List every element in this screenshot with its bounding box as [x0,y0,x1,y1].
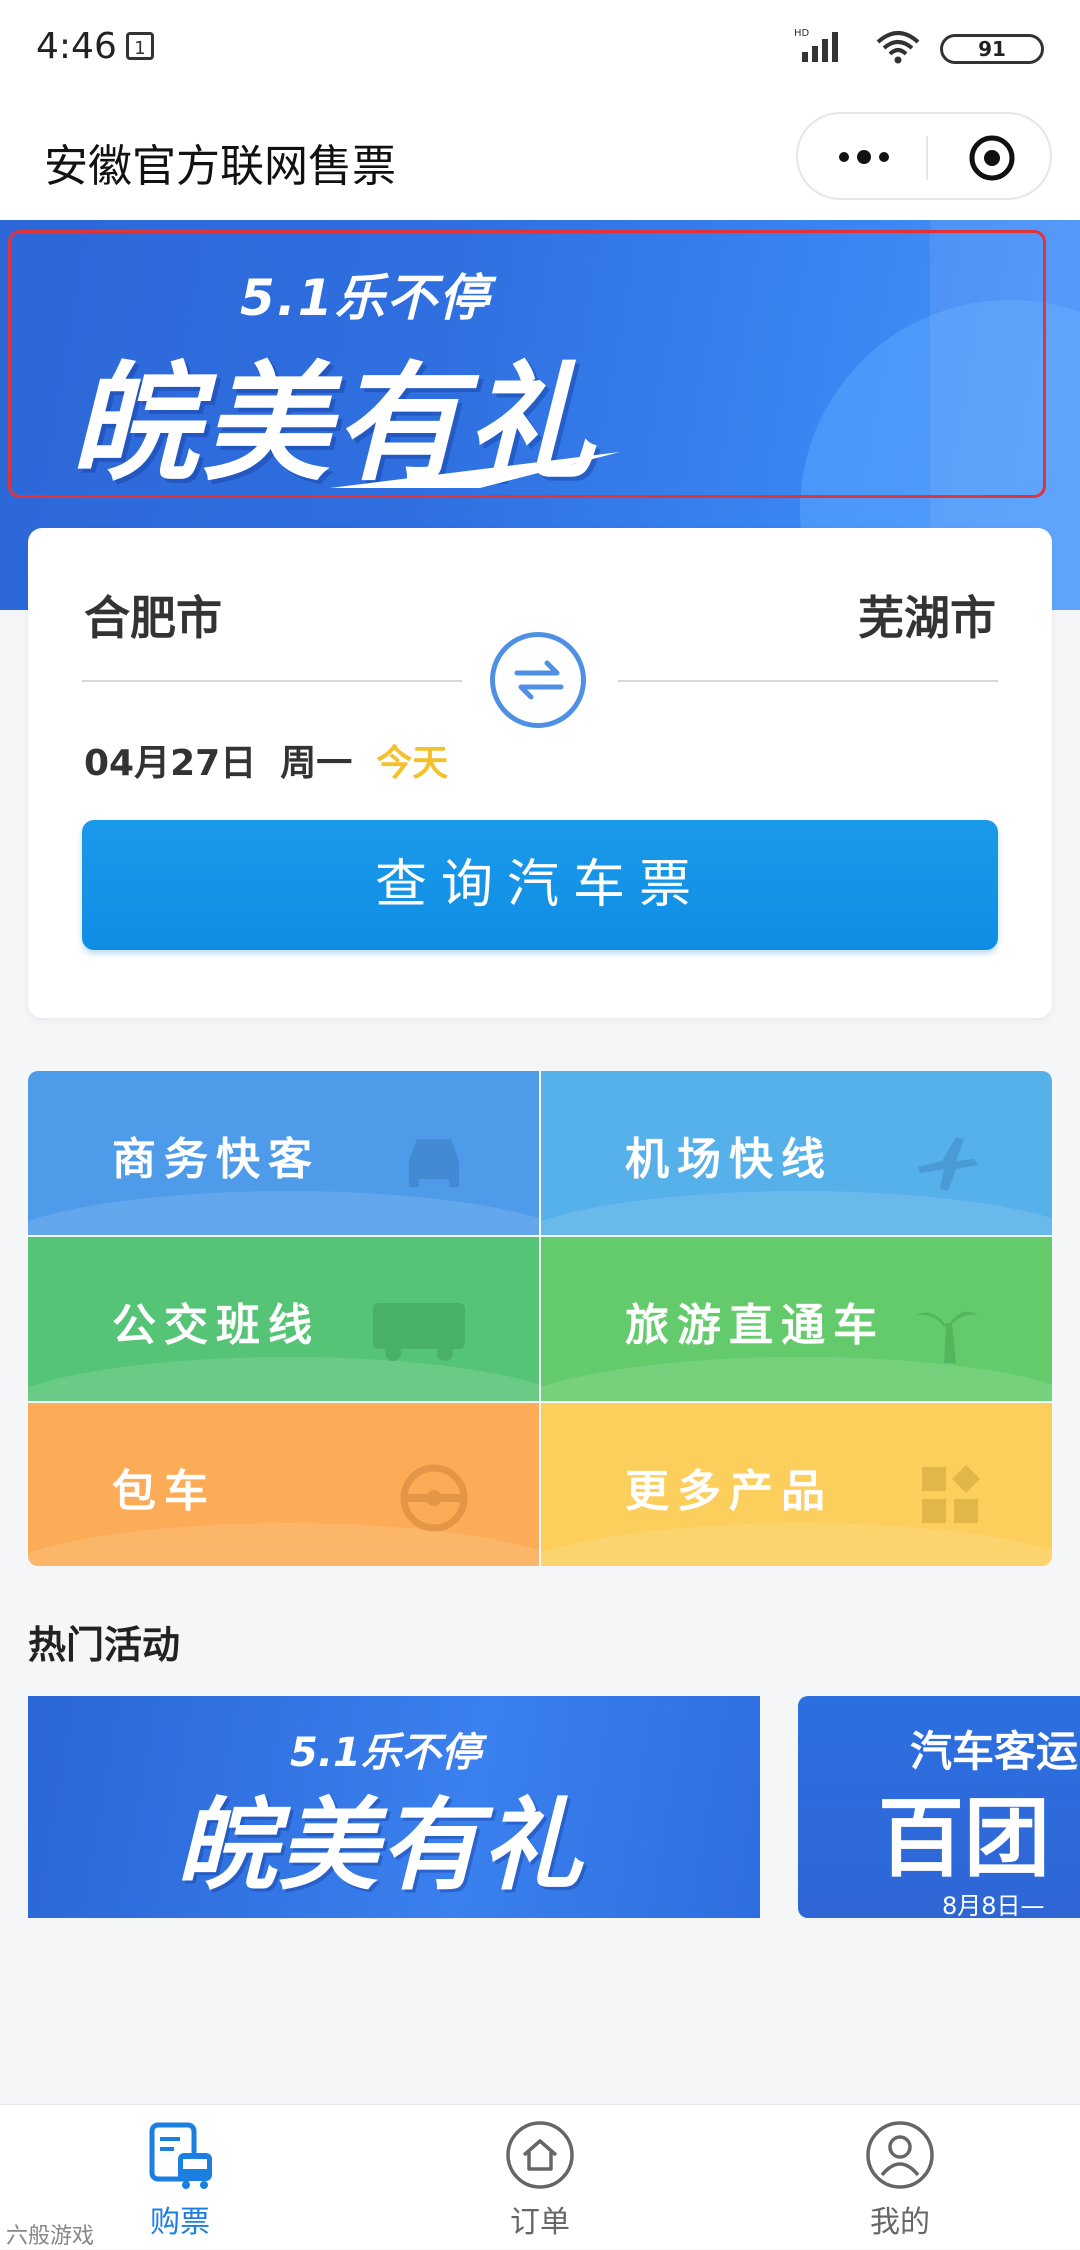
search-card: 合肥市 芜湖市 04月27日 周一 今天 查询汽车票 [28,528,1052,1018]
nav-tab-profile[interactable]: 我的 [800,2119,1000,2240]
tile-decoration [28,1357,539,1401]
product-business-express[interactable]: 商务快客 [28,1071,539,1235]
activity-card[interactable]: 5.1乐不停 皖美有礼 [28,1696,760,1918]
product-label: 机场快线 [625,1134,833,1185]
status-time: 4:46 [36,26,117,67]
wifi-icon [876,31,920,64]
battery-icon: 91 [940,34,1044,64]
search-tickets-button[interactable]: 查询汽车票 [82,820,998,950]
nav-tab-buy-ticket[interactable]: 购票 [80,2119,280,2240]
product-airport-express[interactable]: 机场快线 [541,1071,1052,1235]
status-indicators: HD 91 [744,26,1044,66]
activity-title: 百团 [878,1789,1050,1889]
mini-program-capsule [796,112,1052,200]
product-label: 商务快客 [112,1134,320,1185]
date-selector[interactable]: 04月27日 周一 今天 [84,734,472,786]
product-label: 包车 [112,1466,216,1517]
product-label: 旅游直通车 [625,1300,885,1351]
more-dots-icon[interactable] [836,144,892,170]
car-icon [409,1139,459,1187]
svg-text:HD: HD [794,28,810,39]
page-title: 安徽官方联网售票 [44,141,396,192]
swap-cities-button[interactable] [490,632,586,728]
nav-label: 订单 [510,2205,570,2240]
capsule-divider [926,136,928,180]
product-grid: 商务快客 机场快线 公交班线 旅游直通车 包车 更多产品 [28,1071,1052,1566]
app-header: 安徽官方联网售票 [0,96,1080,220]
status-bar: 4:46 1 HD 91 [0,0,1080,96]
departure-city[interactable]: 合肥市 [84,582,222,648]
airplane-icon [918,1137,978,1191]
product-more[interactable]: 更多产品 [541,1403,1052,1566]
target-icon[interactable] [968,134,1016,182]
tile-decoration [541,1191,1052,1235]
steering-wheel-icon [400,1464,468,1532]
palm-tree-icon [916,1311,978,1363]
user-icon [866,2121,934,2189]
weekday-text: 周一 [280,743,353,784]
bus-icon [373,1303,465,1361]
today-label: 今天 [376,743,449,784]
date-text: 04月27日 [84,743,257,784]
product-charter[interactable]: 包车 [28,1403,539,1566]
product-bus-lines[interactable]: 公交班线 [28,1237,539,1401]
calendar-icon: 1 [126,32,154,60]
section-title: 热门活动 [28,1623,181,1667]
watermark: 六般游戏 [6,2224,95,2249]
activity-title: 皖美有礼 [176,1787,584,1904]
activity-date: 8月8日— [942,1892,1045,1918]
bottom-nav: 购票 订单 我的 [0,2104,1080,2249]
product-label: 公交班线 [112,1300,320,1351]
signal-icon: HD [794,28,838,62]
product-label: 更多产品 [625,1466,833,1517]
banner-highlight-frame [8,230,1046,498]
swap-icon [514,660,564,700]
nav-label: 购票 [150,2205,210,2240]
arrival-city[interactable]: 芜湖市 [858,582,996,648]
grid-icon [922,1465,980,1523]
activity-card[interactable]: 汽车客运 百团 8月8日— [798,1696,1080,1918]
divider [618,680,998,682]
nav-label: 我的 [870,2205,930,2240]
tile-decoration [28,1191,539,1235]
nav-tab-orders[interactable]: 订单 [440,2119,640,2240]
divider [82,680,462,682]
home-icon [506,2121,574,2189]
tile-decoration [541,1523,1052,1566]
product-tourist-shuttle[interactable]: 旅游直通车 [541,1237,1052,1401]
ticket-bus-icon [149,2122,212,2189]
